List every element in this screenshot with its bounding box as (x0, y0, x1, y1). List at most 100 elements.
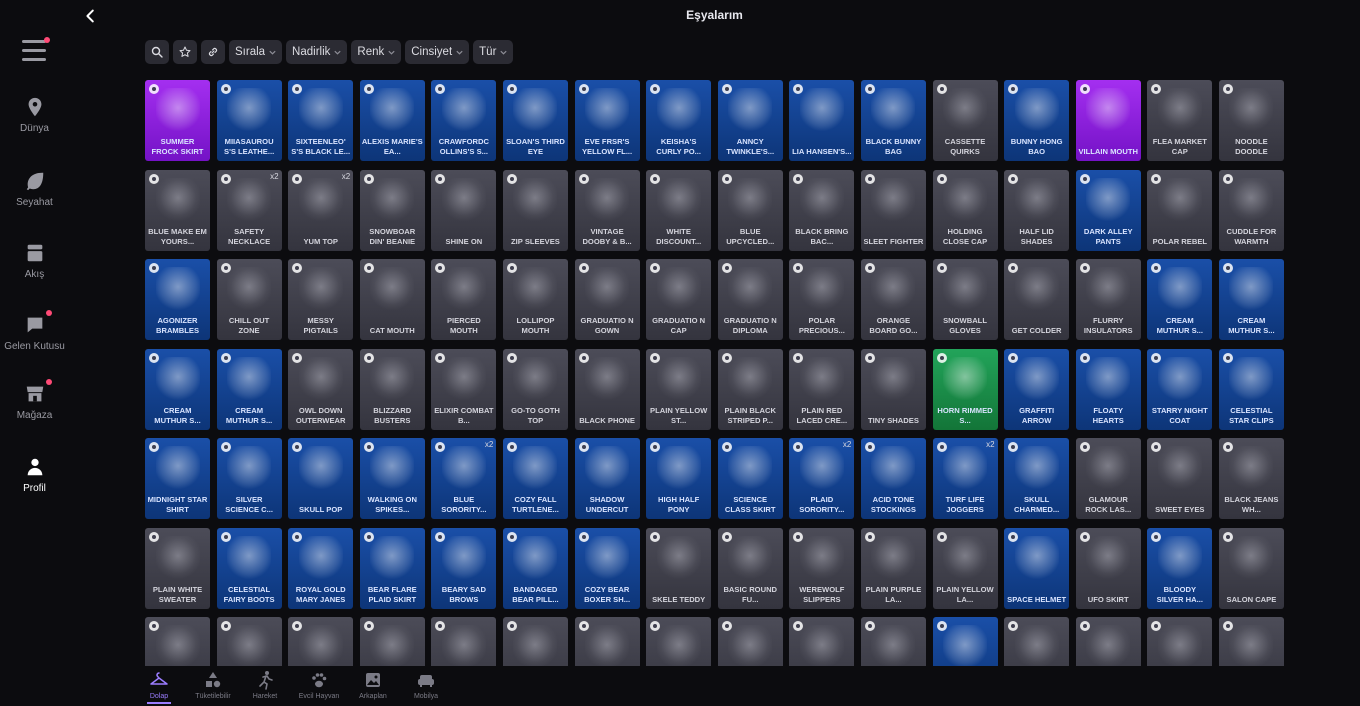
item-card[interactable]: STARRY NIGHT COAT (1147, 348, 1213, 430)
item-card[interactable]: SILVER SCIENCE C... (216, 438, 282, 519)
item-card[interactable]: CREAM MUTHUR S... (216, 348, 282, 430)
item-card[interactable]: BUNNY HONG BAO (1004, 80, 1070, 161)
item-card[interactable]: HIGH HALF PONY (646, 438, 712, 519)
item-card[interactable]: SALON CAPE (1218, 527, 1284, 609)
item-card[interactable]: x2 TURF LIFE JOGGERS (932, 438, 998, 519)
item-card[interactable]: CELESTIAL FAIRY BOOTS (216, 527, 282, 609)
item-card[interactable] (1147, 617, 1213, 666)
item-card[interactable]: CAT MOUTH (359, 259, 425, 340)
item-card[interactable]: CREAM MUTHUR S... (1218, 259, 1284, 340)
item-card[interactable]: ZIP SLEEVES (502, 169, 568, 251)
item-card[interactable]: FLOATY HEARTS (1075, 348, 1141, 430)
item-card[interactable]: CHILL OUT ZONE (216, 259, 282, 340)
item-card[interactable]: CUDDLE FOR WARMTH (1218, 169, 1284, 251)
tab-mobilya[interactable]: Mobilya (400, 670, 452, 700)
item-card[interactable]: SCIENCE CLASS SKIRT (717, 438, 783, 519)
item-card[interactable]: UFO SKIRT (1075, 527, 1141, 609)
item-card[interactable]: CRAWFORDC OLLINS'S S... (431, 80, 497, 161)
sort-dropdown[interactable]: Sırala (229, 40, 283, 64)
tab-tuketilebilir[interactable]: Tüketilebilir (187, 670, 239, 700)
item-card[interactable]: BLIZZARD BUSTERS (359, 348, 425, 430)
item-card[interactable]: PLAIN PURPLE LA... (860, 527, 926, 609)
item-card[interactable]: PIERCED MOUTH (431, 259, 497, 340)
item-card[interactable]: GRADUATIO N CAP (646, 259, 712, 340)
item-card[interactable]: SHINE ON (431, 169, 497, 251)
item-card[interactable]: WHITE DISCOUNT... (646, 169, 712, 251)
item-card[interactable]: BLOODY SILVER HA... (1147, 527, 1213, 609)
item-card[interactable]: ROYAL GOLD MARY JANES (288, 527, 354, 609)
item-card[interactable] (1218, 617, 1284, 666)
item-card[interactable]: WALKING ON SPIKES... (359, 438, 425, 519)
item-card[interactable]: TINY SHADES (860, 348, 926, 430)
item-card[interactable]: NOODLE DOODLE (1218, 80, 1284, 161)
item-card[interactable]: BLUE UPCYCLED... (717, 169, 783, 251)
item-card[interactable]: SLOAN'S THIRD EYE (502, 80, 568, 161)
item-card[interactable] (717, 617, 783, 666)
item-card[interactable] (574, 617, 640, 666)
sidebar-item-dunya[interactable]: Dünya (0, 96, 69, 134)
gender-dropdown[interactable]: Cinsiyet (405, 40, 470, 64)
item-card[interactable]: SKULL CHARMED... (1004, 438, 1070, 519)
item-card[interactable]: KEISHA'S CURLY PO... (646, 80, 712, 161)
item-card[interactable]: ACID TONE STOCKINGS (860, 438, 926, 519)
item-card[interactable]: SUMMER FROCK SKIRT (145, 80, 210, 161)
sidebar-item-akis[interactable]: Akış (0, 242, 69, 280)
item-card[interactable]: PLAIN WHITE SWEATER (145, 527, 210, 609)
item-card[interactable]: BLACK BUNNY BAG (860, 80, 926, 161)
tab-hareket[interactable]: Hareket (239, 670, 291, 700)
item-card[interactable]: x2 SAFETY NECKLACE (216, 169, 282, 251)
item-card[interactable]: ELIXIR COMBAT B... (431, 348, 497, 430)
item-card[interactable] (145, 617, 210, 666)
item-card[interactable] (502, 617, 568, 666)
item-card[interactable] (431, 617, 497, 666)
sidebar-item-profil[interactable]: Profil (0, 456, 69, 494)
sidebar-item-seyahat[interactable]: Seyahat (0, 170, 69, 208)
item-card[interactable]: SNOWBOAR DIN' BEANIE (359, 169, 425, 251)
item-card[interactable]: FLURRY INSULATORS (1075, 259, 1141, 340)
item-card[interactable] (932, 617, 998, 666)
item-card[interactable]: SWEET EYES (1147, 438, 1213, 519)
item-card[interactable]: LIA HANSEN'S... (789, 80, 855, 161)
item-card[interactable]: SKELE TEDDY (646, 527, 712, 609)
tab-evcil-hayvan[interactable]: Evcil Hayvan (293, 670, 345, 700)
item-card[interactable]: ORANGE BOARD GO... (860, 259, 926, 340)
item-card[interactable]: GRADUATIO N DIPLOMA (717, 259, 783, 340)
link-icon[interactable] (201, 40, 225, 64)
item-card[interactable]: BASIC ROUND FU... (717, 527, 783, 609)
item-card[interactable]: CREAM MUTHUR S... (1147, 259, 1213, 340)
item-card[interactable]: CREAM MUTHUR S... (145, 348, 210, 430)
item-card[interactable]: BLACK PHONE (574, 348, 640, 430)
item-card[interactable] (216, 617, 282, 666)
item-card[interactable]: COZY FALL TURTLENE... (502, 438, 568, 519)
item-card[interactable]: SKULL POP (288, 438, 354, 519)
item-card[interactable]: POLAR PRECIOUS... (789, 259, 855, 340)
item-card[interactable]: BANDAGED BEAR PILL... (502, 527, 568, 609)
item-card[interactable]: GRADUATIO N GOWN (574, 259, 640, 340)
item-card[interactable]: SIXTEENLEO' S'S BLACK LE... (288, 80, 354, 161)
tab-dolap[interactable]: Dolap (133, 670, 185, 704)
item-card[interactable]: GO-TO GOTH TOP (502, 348, 568, 430)
item-card[interactable]: ALEXIS MARIE'S EA... (359, 80, 425, 161)
item-card[interactable] (1075, 617, 1141, 666)
item-card[interactable]: EVE FRSR'S YELLOW FL... (574, 80, 640, 161)
item-card[interactable]: FLEA MARKET CAP (1147, 80, 1213, 161)
item-card[interactable] (789, 617, 855, 666)
rarity-dropdown[interactable]: Nadirlik (286, 40, 348, 64)
item-card[interactable]: PLAIN YELLOW ST... (646, 348, 712, 430)
item-card[interactable]: SHADOW UNDERCUT (574, 438, 640, 519)
item-card[interactable]: HALF LID SHADES (1004, 169, 1070, 251)
hamburger-menu-icon[interactable] (22, 37, 50, 62)
item-card[interactable]: ANNCY TWINKLE'S... (717, 80, 783, 161)
item-card[interactable]: CASSETTE QUIRKS (932, 80, 998, 161)
color-dropdown[interactable]: Renk (351, 40, 402, 64)
star-icon[interactable] (173, 40, 197, 64)
item-card[interactable]: SPACE HELMET (1004, 527, 1070, 609)
item-card[interactable] (860, 617, 926, 666)
item-card[interactable]: PLAIN YELLOW LA... (932, 527, 998, 609)
item-card[interactable]: BLACK JEANS WH... (1218, 438, 1284, 519)
item-card[interactable] (1004, 617, 1070, 666)
item-card[interactable]: MIDNIGHT STAR SHIRT (145, 438, 210, 519)
item-card[interactable] (359, 617, 425, 666)
item-card[interactable]: MESSY PIGTAILS (288, 259, 354, 340)
item-card[interactable]: VILLAIN MOUTH (1075, 80, 1141, 161)
